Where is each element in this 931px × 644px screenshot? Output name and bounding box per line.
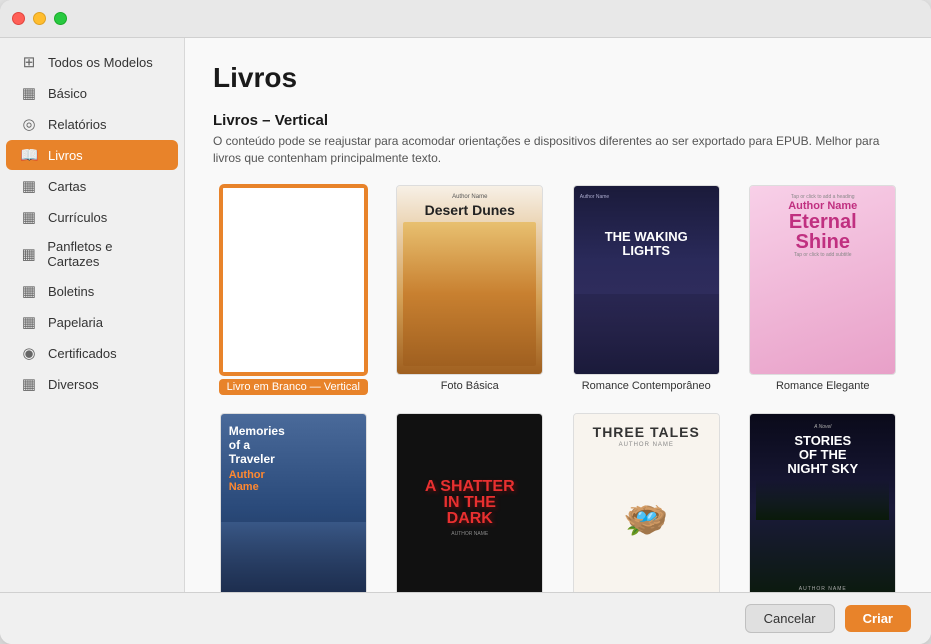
certificates-icon: ◉ <box>20 344 38 362</box>
resume-icon: ▦ <box>20 208 38 226</box>
night-author: AUTHOR NAME <box>799 586 847 592</box>
sidebar-label-diversos: Diversos <box>48 377 99 392</box>
template-thumb-waking: Author Name THE WAKING LIGHTS <box>573 185 720 375</box>
template-thumb-night: A Novel STORIESOF THENIGHT SKY AUTHOR NA… <box>749 413 896 592</box>
template-shatter[interactable]: A SHATTERIN THEDARK AUTHOR NAME Romance … <box>390 413 551 592</box>
sidebar-item-cartas[interactable]: ▦ Cartas <box>6 171 178 201</box>
desert-image <box>403 222 536 366</box>
waking-preview: Author Name THE WAKING LIGHTS <box>574 186 719 374</box>
memories-author: AuthorName <box>229 469 358 493</box>
mountain-bg <box>221 522 366 592</box>
sidebar-item-diversos[interactable]: ▦ Diversos <box>6 369 178 399</box>
grid-icon: ⊞ <box>20 53 38 71</box>
template-waking-lights[interactable]: Author Name THE WAKING LIGHTS Romance Co… <box>566 185 727 395</box>
sidebar-item-panfletos[interactable]: ▦ Panfletos e Cartazes <box>6 233 178 275</box>
sidebar: ⊞ Todos os Modelos ▦ Básico ◎ Relatórios… <box>0 38 185 592</box>
sidebar-label-relatorios: Relatórios <box>48 117 107 132</box>
sidebar-item-certificados[interactable]: ◉ Certificados <box>6 338 178 368</box>
flyers-icon: ▦ <box>20 245 37 263</box>
desert-author: Author Name <box>452 194 487 200</box>
three-title: THREE TALES <box>593 424 700 440</box>
sidebar-label-boletins: Boletins <box>48 284 94 299</box>
basic-icon: ▦ <box>20 84 38 102</box>
selected-label: Livro em Branco — Vertical <box>219 379 368 395</box>
misc-icon: ▦ <box>20 375 38 393</box>
sidebar-item-relatorios[interactable]: ◎ Relatórios <box>6 109 178 139</box>
stationery-icon: ▦ <box>20 313 38 331</box>
sidebar-label-basico: Básico <box>48 86 87 101</box>
newsletters-icon: ▦ <box>20 282 38 300</box>
template-thumb-shatter: A SHATTERIN THEDARK AUTHOR NAME <box>396 413 543 592</box>
shatter-title: A SHATTERIN THEDARK <box>425 479 515 527</box>
nest-image: 🪺 <box>624 448 669 592</box>
eternal-label: Romance Elegante <box>776 380 870 392</box>
sidebar-item-todos[interactable]: ⊞ Todos os Modelos <box>6 47 178 77</box>
create-button[interactable]: Criar <box>845 605 911 632</box>
template-thumb-eternal: Tap or click to add a heading Author Nam… <box>749 185 896 375</box>
sidebar-label-todos: Todos os Modelos <box>48 55 153 70</box>
night-title: STORIESOF THENIGHT SKY <box>787 434 858 477</box>
sidebar-item-livros[interactable]: 📖 Livros <box>6 140 178 170</box>
letters-icon: ▦ <box>20 177 38 195</box>
blank-template-preview <box>223 188 364 372</box>
sidebar-label-cartas: Cartas <box>48 179 86 194</box>
template-night-sky[interactable]: A Novel STORIESOF THENIGHT SKY AUTHOR NA… <box>743 413 904 592</box>
eternal-preview: Tap or click to add a heading Author Nam… <box>750 186 895 374</box>
desert-label: Foto Básica <box>441 380 499 392</box>
shatter-preview: A SHATTERIN THEDARK AUTHOR NAME <box>397 414 542 592</box>
bottom-bar: Cancelar Criar <box>0 592 931 644</box>
template-blank[interactable]: Livro em Branco — Vertical <box>213 185 374 395</box>
desert-title: Desert Dunes <box>425 202 515 218</box>
template-eternal-shine[interactable]: Tap or click to add a heading Author Nam… <box>743 185 904 395</box>
memories-preview: Memoriesof aTraveler AuthorName <box>221 414 366 592</box>
content-area: ⊞ Todos os Modelos ▦ Básico ◎ Relatórios… <box>0 38 931 592</box>
template-thumb-memories: Memoriesof aTraveler AuthorName <box>220 413 367 592</box>
eternal-author: Author Name <box>788 200 857 212</box>
sidebar-label-papelaria: Papelaria <box>48 315 103 330</box>
night-novel: A Novel <box>814 424 831 430</box>
shatter-author: AUTHOR NAME <box>451 531 488 537</box>
template-desert-dunes[interactable]: Author Name Desert Dunes Foto Básica <box>390 185 551 395</box>
template-three-tales[interactable]: THREE TALES AUTHOR NAME 🪺 Romance Simple… <box>566 413 727 592</box>
waking-author: Author Name <box>580 194 609 200</box>
template-memories[interactable]: Memoriesof aTraveler AuthorName Romance … <box>213 413 374 592</box>
three-preview: THREE TALES AUTHOR NAME 🪺 <box>574 414 719 592</box>
template-thumb-desert: Author Name Desert Dunes <box>396 185 543 375</box>
eternal-title: EternalShine <box>789 212 857 252</box>
section-title: Livros – Vertical <box>213 112 903 129</box>
tree-line <box>756 480 889 520</box>
main-content: Livros Livros – Vertical O conteúdo pode… <box>185 38 931 592</box>
template-grid: Livro em Branco — Vertical Author Name D… <box>213 185 903 592</box>
books-icon: 📖 <box>20 146 38 164</box>
sidebar-item-papelaria[interactable]: ▦ Papelaria <box>6 307 178 337</box>
sidebar-item-basico[interactable]: ▦ Básico <box>6 78 178 108</box>
memories-title: Memoriesof aTraveler <box>229 424 358 467</box>
page-title: Livros <box>213 62 903 94</box>
desert-preview: Author Name Desert Dunes <box>397 186 542 374</box>
close-button[interactable] <box>12 12 25 25</box>
sidebar-label-curriculos: Currículos <box>48 210 107 225</box>
sidebar-label-panfletos: Panfletos e Cartazes <box>47 239 164 269</box>
template-thumb-blank <box>220 185 367 375</box>
minimize-button[interactable] <box>33 12 46 25</box>
night-preview: A Novel STORIESOF THENIGHT SKY AUTHOR NA… <box>750 414 895 592</box>
reports-icon: ◎ <box>20 115 38 133</box>
eternal-tap2: Tap or click to add subtitle <box>794 252 852 258</box>
sidebar-label-certificados: Certificados <box>48 346 117 361</box>
waking-label: Romance Contemporâneo <box>582 380 711 392</box>
sidebar-item-boletins[interactable]: ▦ Boletins <box>6 276 178 306</box>
sidebar-label-livros: Livros <box>48 148 83 163</box>
title-bar <box>0 0 931 38</box>
waking-title: THE WAKING LIGHTS <box>580 230 713 259</box>
city-bg <box>574 294 719 374</box>
section-desc: O conteúdo pode se reajustar para acomod… <box>213 133 893 167</box>
cancel-button[interactable]: Cancelar <box>745 604 835 633</box>
sidebar-item-curriculos[interactable]: ▦ Currículos <box>6 202 178 232</box>
template-thumb-three: THREE TALES AUTHOR NAME 🪺 <box>573 413 720 592</box>
app-window: ⊞ Todos os Modelos ▦ Básico ◎ Relatórios… <box>0 0 931 644</box>
maximize-button[interactable] <box>54 12 67 25</box>
